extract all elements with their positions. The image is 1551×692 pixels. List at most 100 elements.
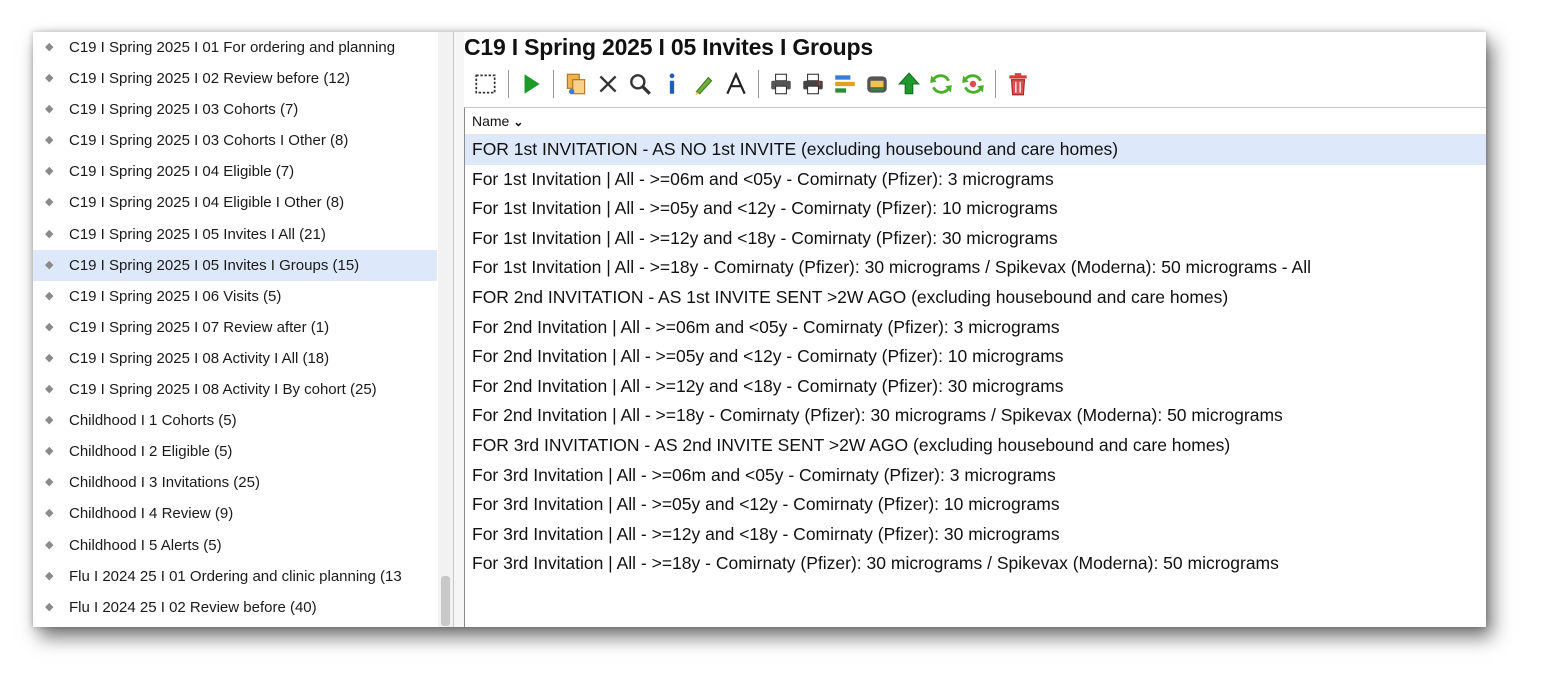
tree-item[interactable]: ◆ C19 I Spring 2025 I 08 Activity I All (…: [33, 343, 453, 374]
tree-bullet-icon: ◆: [45, 165, 54, 178]
table-row[interactable]: For 2nd Invitation | All - >=18y - Comir…: [465, 401, 1486, 431]
tree-item-label: C19 I Spring 2025 I 04 Eligible I Other …: [69, 194, 345, 212]
table-row[interactable]: FOR 1st INVITATION - AS NO 1st INVITE (e…: [465, 135, 1486, 165]
column-header-label: Name: [472, 113, 510, 129]
table-row[interactable]: For 3rd Invitation | All - >=12y and <18…: [465, 520, 1486, 550]
tree-item[interactable]: ◆ C19 I Spring 2025 I 04 Eligible (7): [33, 156, 453, 187]
tree-item-label: C19 I Spring 2025 I 05 Invites I Groups …: [69, 256, 360, 274]
tree-bullet-icon: ◆: [45, 72, 54, 85]
delete-button[interactable]: [592, 69, 624, 99]
toolbar: [470, 68, 1034, 100]
tree-item[interactable]: ◆ C19 I Spring 2025 I 06 Visits (5): [33, 281, 453, 312]
print-button[interactable]: [765, 69, 797, 99]
tree-item-selected[interactable]: ◆ C19 I Spring 2025 I 05 Invites I Groups…: [33, 249, 437, 281]
page-title: C19 I Spring 2025 I 05 Invites I Groups: [464, 34, 873, 60]
tree-item-label: Flu I 2024 25 I 01 Ordering and clinic p…: [69, 567, 402, 585]
print-preview-icon: [867, 76, 887, 93]
table-row[interactable]: For 1st Invitation | All - >=06m and <05…: [465, 165, 1486, 195]
tree-bullet-icon: ◆: [45, 414, 54, 427]
table-row[interactable]: For 3rd Invitation | All - >=06m and <05…: [465, 461, 1486, 491]
tree-bullet-icon: ◆: [45, 538, 54, 551]
tree-list: ◆ C19 I Spring 2025 I 01 For ordering and…: [33, 32, 453, 623]
tree-item-label: Childhood I 4 Review (9): [69, 505, 234, 523]
tree-item[interactable]: ◆ C19 I Spring 2025 I 02 Review before (1…: [33, 63, 453, 94]
table-row[interactable]: For 1st Invitation | All - >=05y and <12…: [465, 194, 1486, 224]
tree-item[interactable]: ◆ C19 I Spring 2025 I 07 Review after (1): [33, 312, 453, 343]
tree-bullet-icon: ◆: [45, 289, 54, 302]
copy-button[interactable]: [560, 69, 592, 99]
tree-bullet-icon: ◆: [45, 258, 54, 271]
tree-bullet-icon: ◆: [45, 445, 54, 458]
trash-button[interactable]: [1002, 69, 1034, 99]
refresh-all-icon: [962, 74, 984, 94]
tree-item[interactable]: ◆ C19 I Spring 2025 I 03 Cohorts I Other …: [33, 125, 453, 156]
print-alt-button[interactable]: [797, 69, 829, 99]
tree-item[interactable]: ◆ Childhood I 1 Cohorts (5): [33, 405, 453, 436]
select-button[interactable]: [470, 69, 502, 99]
tree-bullet-icon: ◆: [45, 600, 54, 613]
tree-bullet-icon: ◆: [45, 383, 54, 396]
move-up-icon: [898, 72, 920, 95]
table-row[interactable]: For 2nd Invitation | All - >=12y and <18…: [465, 372, 1486, 402]
tree-scrollbar[interactable]: [438, 32, 453, 627]
tree-item-label: C19 I Spring 2025 I 03 Cohorts (7): [69, 101, 299, 119]
font-button[interactable]: [720, 69, 752, 99]
tree-item[interactable]: ◆ Childhood I 4 Review (9): [33, 498, 453, 529]
toolbar-separator: [508, 70, 509, 98]
table-row[interactable]: For 1st Invitation | All - >=18y - Comir…: [465, 253, 1486, 283]
tree-item-label: C19 I Spring 2025 I 05 Invites I All (21…: [69, 225, 326, 243]
move-up-button[interactable]: [893, 69, 925, 99]
tree-item-label: C19 I Spring 2025 I 07 Review after (1): [69, 318, 330, 336]
tree-item[interactable]: ◆ C19 I Spring 2025 I 04 Eligible I Other…: [33, 187, 453, 218]
chevron-down-icon: ⌄: [513, 115, 524, 129]
edit-button[interactable]: [688, 69, 720, 99]
edit-pen-icon: [695, 76, 713, 95]
tree-item[interactable]: ◆ C19 I Spring 2025 I 03 Cohorts (7): [33, 94, 453, 125]
tree-item-label: C19 I Spring 2025 I 06 Visits (5): [69, 287, 282, 305]
tree-item-label: C19 I Spring 2025 I 02 Review before (12…: [69, 70, 350, 88]
table-row[interactable]: For 1st Invitation | All - >=12y and <18…: [465, 224, 1486, 254]
tree-bullet-icon: ◆: [45, 476, 54, 489]
column-header-name[interactable]: Name ⌄: [465, 108, 1486, 135]
table-row[interactable]: FOR 2nd INVITATION - AS 1st INVITE SENT …: [465, 283, 1486, 313]
tree-item[interactable]: ◆ C19 I Spring 2025 I 05 Invites I All (2…: [33, 219, 453, 250]
tree-bullet-icon: ◆: [45, 320, 54, 333]
toolbar-separator: [758, 70, 759, 98]
tree-item[interactable]: ◆ Childhood I 3 Invitations (25): [33, 467, 453, 498]
refresh-button[interactable]: [925, 69, 957, 99]
search-button[interactable]: [624, 69, 656, 99]
tree-item-label: Childhood I 1 Cohorts (5): [69, 412, 237, 430]
print-alt-icon: [803, 73, 823, 95]
tree-item[interactable]: ◆ Childhood I 2 Eligible (5): [33, 436, 453, 467]
tree-bullet-icon: ◆: [45, 507, 54, 520]
tree-item[interactable]: ◆ Childhood I 5 Alerts (5): [33, 530, 453, 561]
tree-scrollbar-thumb[interactable]: [441, 576, 450, 626]
print-preview-button[interactable]: [861, 69, 893, 99]
info-button[interactable]: [656, 69, 688, 99]
table-row[interactable]: For 3rd Invitation | All - >=05y and <12…: [465, 490, 1486, 520]
trash-icon: [1009, 73, 1027, 96]
tree-item-label: Childhood I 5 Alerts (5): [69, 536, 222, 554]
run-button[interactable]: [515, 69, 547, 99]
print-icon: [771, 73, 791, 95]
tree-bullet-icon: ◆: [45, 227, 54, 240]
tree-item[interactable]: ◆ Flu I 2024 25 I 01 Ordering and clinic …: [33, 561, 453, 592]
table-row[interactable]: For 2nd Invitation | All - >=06m and <05…: [465, 313, 1486, 343]
tree-item[interactable]: ◆ Flu I 2024 25 I 02 Review before (40): [33, 592, 453, 623]
table-row[interactable]: FOR 3rd INVITATION - AS 2nd INVITE SENT …: [465, 431, 1486, 461]
tree-bullet-icon: ◆: [45, 569, 54, 582]
refresh-all-button[interactable]: [957, 69, 989, 99]
export-button[interactable]: [829, 69, 861, 99]
toolbar-separator: [995, 70, 996, 98]
table-row[interactable]: For 3rd Invitation | All - >=18y - Comir…: [465, 549, 1486, 579]
tree-item[interactable]: ◆ C19 I Spring 2025 I 08 Activity I By co…: [33, 374, 453, 405]
export-icon: [835, 75, 855, 93]
app-window: ◆ C19 I Spring 2025 I 01 For ordering and…: [33, 32, 1486, 627]
font-icon: [726, 71, 746, 95]
refresh-icon: [930, 74, 952, 94]
table-row[interactable]: For 2nd Invitation | All - >=05y and <12…: [465, 342, 1486, 372]
tree-item-label: Childhood I 3 Invitations (25): [69, 474, 260, 492]
tree-bullet-icon: ◆: [45, 351, 54, 364]
tree-item[interactable]: ◆ C19 I Spring 2025 I 01 For ordering and…: [33, 32, 453, 63]
tree-bullet-icon: ◆: [45, 103, 54, 116]
